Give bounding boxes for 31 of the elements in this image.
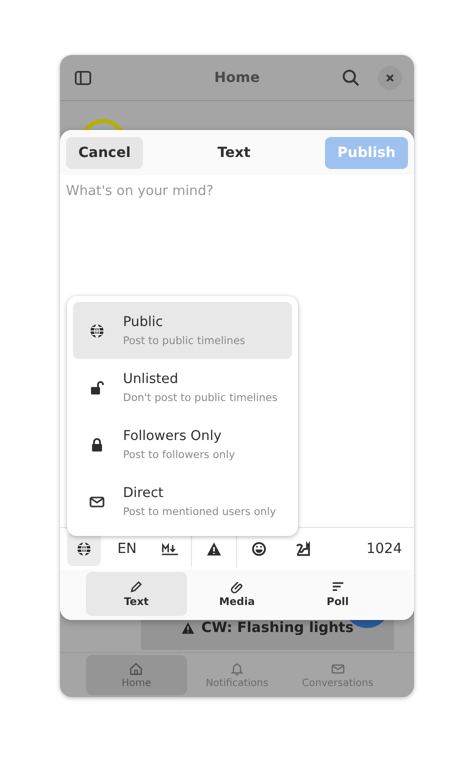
warning-icon bbox=[181, 620, 196, 634]
globe-icon bbox=[76, 541, 92, 557]
language-button[interactable]: EN bbox=[101, 532, 153, 566]
bell-icon bbox=[230, 662, 244, 676]
content-warning-text: CW: Flashing lights bbox=[201, 620, 354, 636]
paperclip-icon bbox=[230, 580, 244, 594]
window-title: Home bbox=[213, 70, 261, 86]
unlocked-padlock-icon bbox=[89, 380, 105, 396]
warning-icon[interactable] bbox=[206, 541, 222, 557]
visibility-option[interactable]: Public Post to public timelines bbox=[73, 302, 292, 359]
close-icon bbox=[385, 72, 395, 82]
character-counter: 1024 bbox=[366, 541, 402, 557]
envelope-icon bbox=[330, 662, 345, 676]
close-button[interactable] bbox=[378, 66, 402, 90]
house-icon bbox=[129, 662, 144, 676]
padlock-icon bbox=[89, 436, 105, 452]
visibility-button[interactable] bbox=[67, 532, 101, 566]
globe-icon bbox=[89, 322, 105, 338]
sidebar-icon[interactable] bbox=[74, 68, 92, 86]
visibility-option[interactable]: Followers Only Post to followers only bbox=[73, 416, 292, 473]
compose-tab[interactable]: Text bbox=[86, 572, 187, 616]
markdown-icon[interactable] bbox=[161, 542, 179, 556]
pencil-icon bbox=[129, 580, 144, 594]
visibility-option[interactable]: Unlisted Don't post to public timelines bbox=[73, 359, 292, 416]
cancel-button[interactable]: Cancel bbox=[66, 136, 143, 168]
dialog-title: Text bbox=[216, 144, 252, 160]
visibility-option[interactable]: Direct Post to mentioned users only bbox=[73, 473, 292, 530]
emoji-icon[interactable] bbox=[251, 541, 267, 557]
search-icon[interactable] bbox=[342, 68, 360, 86]
poll-lines-icon bbox=[330, 580, 345, 594]
envelope-icon bbox=[89, 494, 105, 510]
